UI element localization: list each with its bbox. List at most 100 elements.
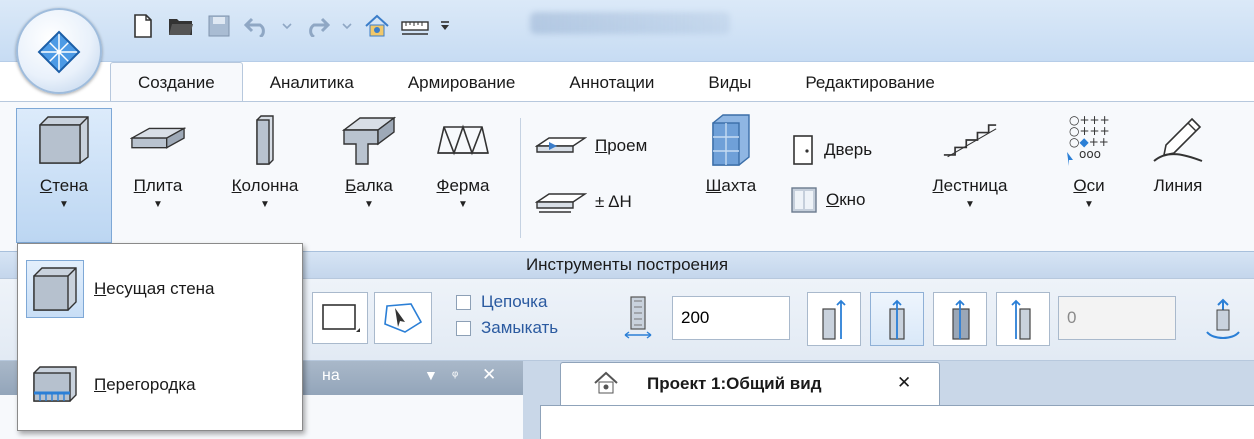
- stair-label: Лестница: [932, 176, 1008, 195]
- wall-button[interactable]: Стена ▼: [20, 112, 108, 210]
- quick-access-toolbar: [128, 10, 452, 42]
- align-interior-button[interactable]: [933, 292, 987, 346]
- chevron-down-icon: ▼: [458, 199, 468, 210]
- tab-label: Виды: [708, 73, 752, 92]
- svg-text:ooo: ooo: [1079, 147, 1101, 161]
- checkbox[interactable]: [456, 294, 471, 310]
- document-tab[interactable]: Проект 1:Общий вид ✕: [560, 362, 940, 406]
- slab-label: Плита: [133, 176, 183, 195]
- menu-item-label: Перегородка: [94, 375, 196, 394]
- truss-icon: [435, 112, 491, 168]
- tab-label: Армирование: [407, 73, 516, 92]
- shaft-icon: [703, 112, 759, 168]
- tab-create[interactable]: Создание: [110, 62, 243, 102]
- opening-icon: [535, 137, 587, 153]
- side-panel-title: на: [322, 367, 340, 384]
- undo-dropdown-icon[interactable]: [280, 11, 294, 41]
- wall-label: Стена: [39, 176, 89, 195]
- close-checkbox[interactable]: Замыкать: [456, 318, 558, 338]
- redo-icon[interactable]: [302, 11, 332, 41]
- column-icon: [237, 112, 293, 168]
- chevron-down-icon: ▼: [1084, 199, 1094, 210]
- chevron-down-icon: ▼: [153, 199, 163, 210]
- delta-h-button[interactable]: ± ΔH: [535, 188, 632, 216]
- flip-direction-button[interactable]: [1196, 292, 1250, 346]
- window-button[interactable]: Окно: [790, 186, 866, 214]
- column-label: Колонна: [231, 176, 299, 195]
- close-label: Замыкать: [481, 318, 559, 337]
- align-center-icon: [889, 299, 905, 340]
- shaft-button[interactable]: Шахта: [688, 112, 774, 196]
- slab-button[interactable]: Плита ▼: [120, 112, 196, 210]
- truss-label: Ферма: [436, 176, 490, 195]
- drawing-canvas[interactable]: [540, 405, 1254, 439]
- undo-icon[interactable]: [242, 11, 272, 41]
- axes-button[interactable]: ○+++ ○+++ ○◆++ ooo Оси ▼: [1054, 112, 1124, 210]
- opening-button[interactable]: Проем: [535, 134, 647, 158]
- pin-icon[interactable]: ᵠ: [452, 367, 458, 383]
- menu-item-partition[interactable]: Перегородка: [26, 356, 294, 414]
- ribbon-tabs: Создание Аналитика Армирование Аннотации…: [110, 62, 962, 102]
- home-icon: [593, 371, 619, 400]
- draw-polygon-button[interactable]: [374, 292, 432, 344]
- window-icon: [791, 187, 817, 213]
- tab-editing[interactable]: Редактирование: [778, 64, 962, 102]
- axes-label: Оси: [1073, 176, 1105, 195]
- align-exterior-button[interactable]: [807, 292, 861, 346]
- chevron-down-icon: ▼: [965, 199, 975, 210]
- align-custom-button[interactable]: [996, 292, 1050, 346]
- customize-qat-icon[interactable]: [438, 11, 452, 41]
- beam-button[interactable]: Балка ▼: [330, 112, 408, 210]
- align-center-button[interactable]: [870, 292, 924, 346]
- column-button[interactable]: Колонна ▼: [213, 112, 317, 210]
- partition-icon: [26, 356, 84, 414]
- truss-button[interactable]: Ферма ▼: [420, 112, 506, 210]
- opening-label: Проем: [595, 136, 648, 155]
- beam-icon: [341, 112, 397, 168]
- align-offset-icon: [1011, 299, 1031, 340]
- measure-icon[interactable]: [400, 11, 430, 41]
- chain-checkbox[interactable]: Цепочка: [456, 292, 547, 312]
- stair-button[interactable]: Лестница ▼: [914, 112, 1026, 210]
- home-view-icon[interactable]: [362, 11, 392, 41]
- slab-icon: [130, 112, 186, 168]
- beam-label: Балка: [345, 176, 393, 195]
- thickness-input[interactable]: [672, 296, 790, 340]
- open-folder-icon[interactable]: [166, 11, 196, 41]
- window-title: [530, 12, 730, 34]
- wall-icon: [36, 112, 92, 168]
- shaft-label: Шахта: [705, 176, 757, 195]
- close-tab-icon[interactable]: ✕: [897, 373, 911, 393]
- tab-annotations[interactable]: Аннотации: [542, 64, 681, 102]
- menu-item-label: Несущая стена: [94, 279, 215, 298]
- align-outer-icon: [822, 299, 846, 340]
- thickness-icon: [620, 294, 656, 342]
- tab-reinforcement[interactable]: Армирование: [381, 64, 543, 102]
- draw-rectangle-button[interactable]: [312, 292, 368, 344]
- tab-analytics[interactable]: Аналитика: [243, 64, 381, 102]
- panel-menu-icon[interactable]: ▼: [424, 367, 438, 383]
- close-icon[interactable]: ✕: [482, 365, 496, 385]
- tab-label: Редактирование: [805, 73, 935, 92]
- window-label: Окно: [826, 190, 866, 209]
- wall-dropdown-menu: Несущая стена Перегородка: [17, 243, 303, 431]
- save-icon[interactable]: [204, 11, 234, 41]
- stair-icon: [942, 112, 998, 168]
- chain-label: Цепочка: [481, 292, 548, 311]
- tab-views[interactable]: Виды: [681, 64, 778, 102]
- new-file-icon[interactable]: [128, 11, 158, 41]
- door-button[interactable]: Дверь: [790, 134, 872, 166]
- chevron-down-icon: ▼: [260, 199, 270, 210]
- line-button[interactable]: Линия: [1138, 112, 1218, 196]
- polygon-select-icon: [384, 303, 423, 333]
- ribbon-separator: [520, 118, 521, 238]
- redo-dropdown-icon[interactable]: [340, 11, 354, 41]
- tab-label: Аннотации: [569, 73, 655, 92]
- menu-item-load-bearing-wall[interactable]: Несущая стена: [26, 260, 294, 318]
- offset-input[interactable]: [1058, 296, 1176, 340]
- checkbox[interactable]: [456, 320, 471, 336]
- application-menu-button[interactable]: [16, 8, 102, 94]
- tab-label: Создание: [138, 72, 215, 92]
- rectangle-icon: [322, 304, 360, 332]
- load-bearing-wall-icon: [26, 260, 84, 318]
